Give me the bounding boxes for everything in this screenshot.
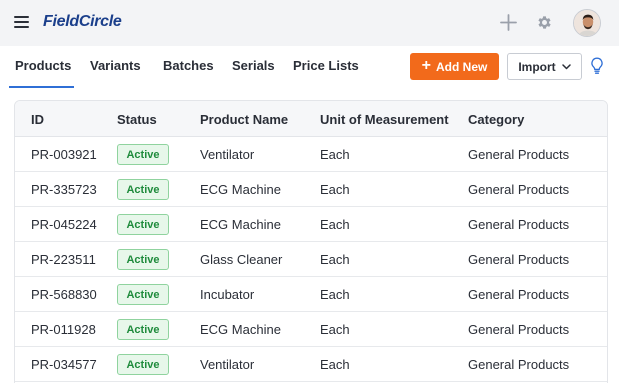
cell-uom: Each — [320, 357, 350, 372]
products-table: ID Status Product Name Unit of Measureme… — [14, 100, 608, 383]
cell-product-name: Ventilator — [200, 357, 255, 372]
status-badge: Active — [117, 319, 169, 340]
status-badge: Active — [117, 249, 169, 270]
table-row[interactable]: PR-034577 Active Ventilator Each General… — [15, 347, 607, 382]
plus-icon[interactable] — [500, 14, 517, 31]
status-badge: Active — [117, 144, 169, 165]
active-tab-indicator — [9, 86, 74, 88]
table-header: ID Status Product Name Unit of Measureme… — [15, 101, 607, 137]
column-header-unit-of-measurement[interactable]: Unit of Measurement — [320, 112, 449, 127]
cell-category: General Products — [468, 287, 570, 302]
cell-category: General Products — [468, 357, 570, 372]
cell-category: General Products — [468, 147, 570, 162]
plus-icon: + — [421, 57, 431, 74]
table-row[interactable]: PR-011928 Active ECG Machine Each Genera… — [15, 312, 607, 347]
cell-category: General Products — [468, 182, 570, 197]
gear-icon[interactable] — [536, 14, 553, 31]
cell-product-name: Ventilator — [200, 147, 255, 162]
cell-uom: Each — [320, 252, 350, 267]
tab-price-lists[interactable]: Price Lists — [293, 58, 359, 73]
add-new-button[interactable]: + Add New — [410, 53, 499, 80]
cell-product-name: Incubator — [200, 287, 255, 302]
import-label: Import — [518, 59, 556, 74]
user-avatar[interactable] — [573, 9, 601, 37]
cell-uom: Each — [320, 182, 350, 197]
cell-id: PR-011928 — [31, 322, 96, 337]
column-header-status[interactable]: Status — [117, 112, 157, 127]
import-dropdown-button[interactable]: Import — [507, 53, 582, 80]
cell-id: PR-223511 — [31, 252, 96, 267]
cell-id: PR-568830 — [31, 287, 97, 302]
column-header-category[interactable]: Category — [468, 112, 524, 127]
hamburger-menu-icon[interactable] — [14, 16, 29, 28]
cell-category: General Products — [468, 322, 570, 337]
cell-category: General Products — [468, 217, 570, 232]
cell-uom: Each — [320, 147, 350, 162]
tab-batches[interactable]: Batches — [163, 58, 214, 73]
table-row[interactable]: PR-568830 Active Incubator Each General … — [15, 277, 607, 312]
cell-category: General Products — [468, 252, 570, 267]
cell-product-name: ECG Machine — [200, 217, 281, 232]
cell-product-name: ECG Machine — [200, 322, 281, 337]
chevron-down-icon — [561, 63, 571, 69]
status-badge: Active — [117, 284, 169, 305]
table-row[interactable]: PR-045224 Active ECG Machine Each Genera… — [15, 207, 607, 242]
lightbulb-icon[interactable] — [590, 57, 604, 75]
cell-id: PR-003921 — [31, 147, 97, 162]
add-new-label: Add New — [436, 59, 488, 74]
status-badge: Active — [117, 354, 169, 375]
cell-product-name: ECG Machine — [200, 182, 281, 197]
tab-products[interactable]: Products — [15, 58, 71, 73]
cell-id: PR-335723 — [31, 182, 97, 197]
top-bar: FieldCircle — [0, 0, 619, 46]
column-header-id[interactable]: ID — [31, 112, 44, 127]
tab-variants[interactable]: Variants — [90, 58, 141, 73]
table-row[interactable]: PR-335723 Active ECG Machine Each Genera… — [15, 172, 607, 207]
cell-uom: Each — [320, 287, 350, 302]
table-row[interactable]: PR-223511 Active Glass Cleaner Each Gene… — [15, 242, 607, 277]
cell-id: PR-034577 — [31, 357, 97, 372]
column-header-product-name[interactable]: Product Name — [200, 112, 288, 127]
status-badge: Active — [117, 179, 169, 200]
app-logo[interactable]: FieldCircle — [43, 13, 122, 31]
cell-product-name: Glass Cleaner — [200, 252, 283, 267]
cell-id: PR-045224 — [31, 217, 97, 232]
table-row[interactable]: PR-003921 Active Ventilator Each General… — [15, 137, 607, 172]
cell-uom: Each — [320, 322, 350, 337]
status-badge: Active — [117, 214, 169, 235]
tab-serials[interactable]: Serials — [232, 58, 275, 73]
cell-uom: Each — [320, 217, 350, 232]
